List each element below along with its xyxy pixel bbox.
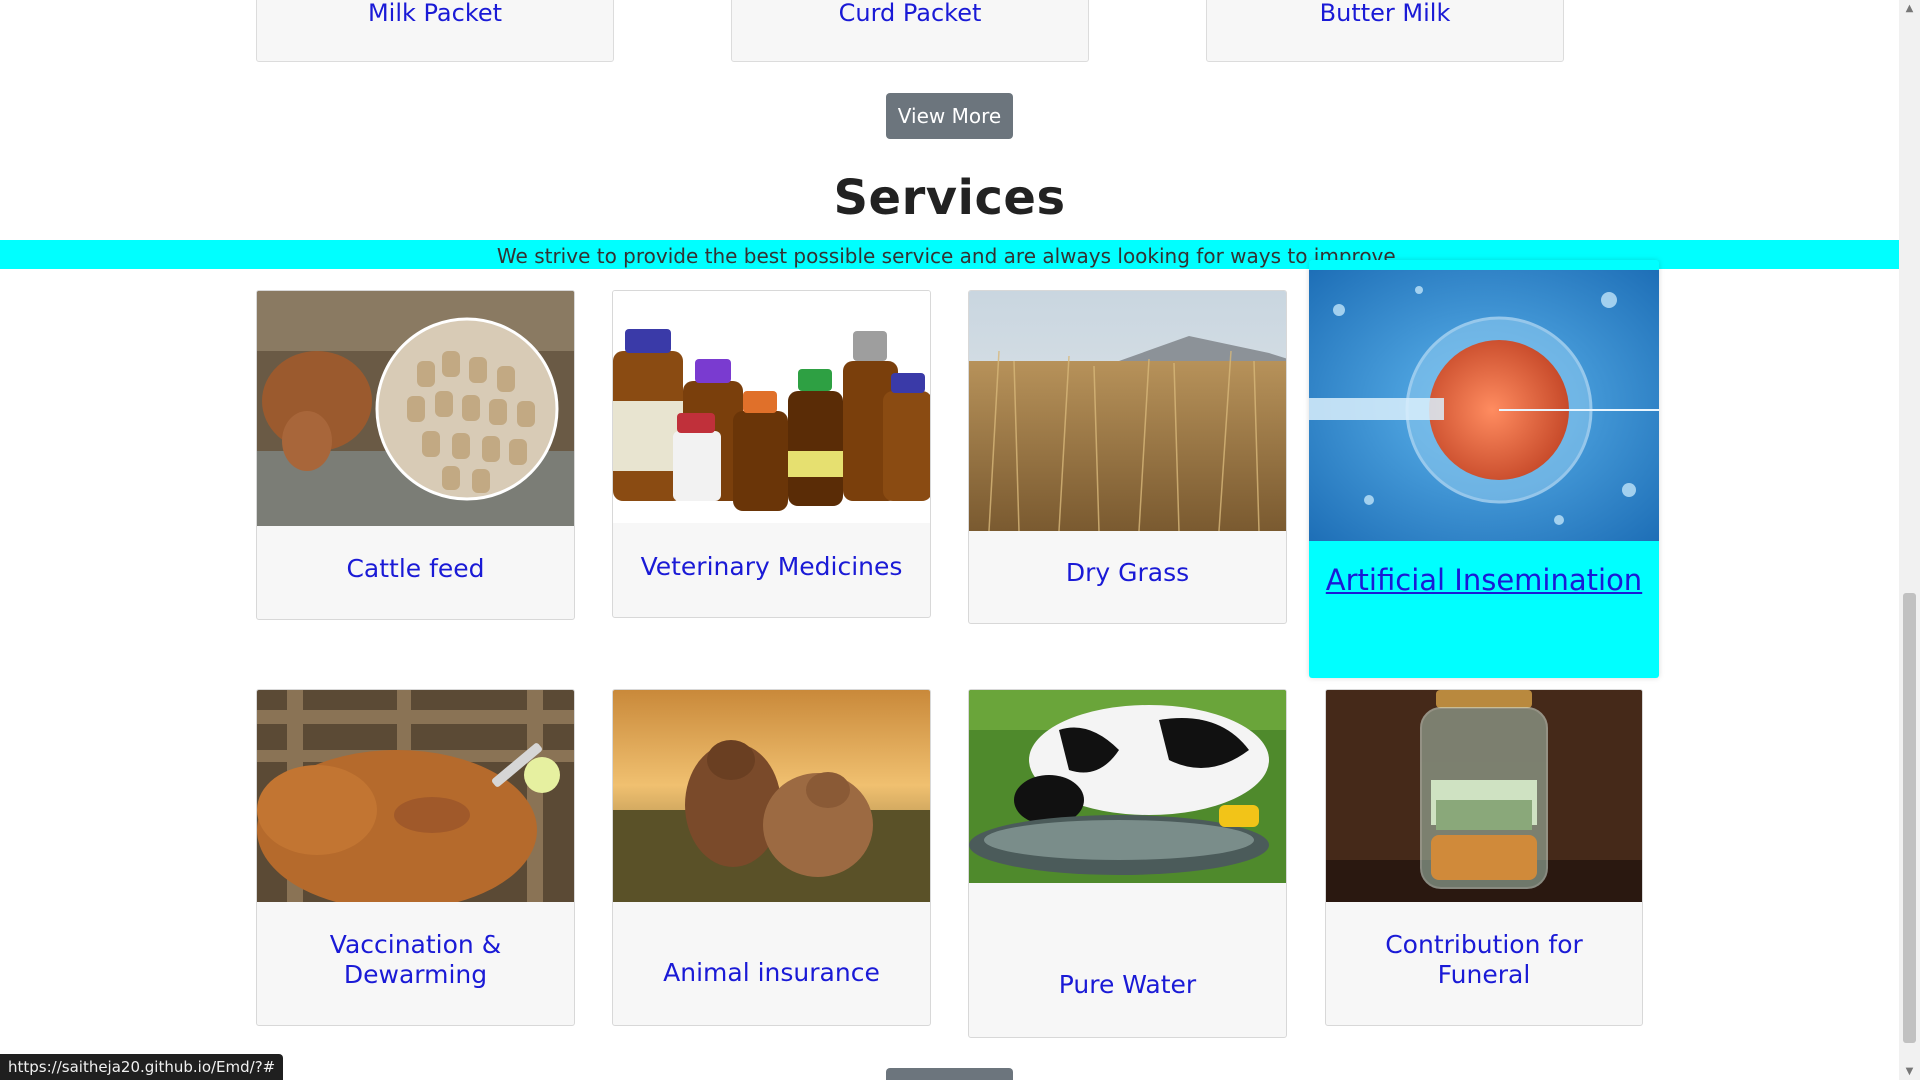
money-jar-image bbox=[1326, 690, 1642, 902]
service-title[interactable]: Pure Water bbox=[979, 970, 1276, 1000]
vaccination-image bbox=[257, 690, 574, 902]
dry-grass-image bbox=[969, 291, 1286, 531]
scrollbar-thumb[interactable] bbox=[1903, 593, 1916, 1043]
service-card-artificial-insemination[interactable]: Artificial Insemination bbox=[1309, 260, 1659, 678]
service-title[interactable]: Veterinary Medicines bbox=[623, 552, 920, 582]
service-title[interactable]: Artificial Insemination bbox=[1319, 563, 1649, 598]
service-title[interactable]: Contribution for Funeral bbox=[1336, 930, 1632, 990]
service-title[interactable]: Cattle feed bbox=[267, 554, 564, 584]
page: Milk Packet Curd Packet Butter Milk View… bbox=[0, 0, 1899, 1080]
cell-injection-image bbox=[1309, 270, 1659, 541]
product-title[interactable]: Curd Packet bbox=[732, 0, 1088, 27]
service-title[interactable]: Animal insurance bbox=[623, 958, 920, 988]
product-card-butter-milk[interactable]: Butter Milk bbox=[1206, 0, 1564, 62]
product-card-curd-packet[interactable]: Curd Packet bbox=[731, 0, 1089, 62]
product-title[interactable]: Butter Milk bbox=[1207, 0, 1563, 27]
cows-field-image bbox=[613, 690, 930, 902]
service-card-dry-grass[interactable]: Dry Grass bbox=[968, 290, 1287, 624]
service-card-cattle-feed[interactable]: Cattle feed bbox=[256, 290, 575, 620]
service-card-vaccination[interactable]: Vaccination & Dewarming bbox=[256, 689, 575, 1026]
section-heading: Services bbox=[833, 170, 1066, 226]
service-card-veterinary-medicines[interactable]: Veterinary Medicines bbox=[612, 290, 931, 618]
service-card-animal-insurance[interactable]: Animal insurance bbox=[612, 689, 931, 1026]
scroll-up-arrow-icon[interactable]: ▲ bbox=[1899, 0, 1920, 17]
cow-drinking-image bbox=[969, 690, 1286, 883]
product-card-milk-packet[interactable]: Milk Packet bbox=[256, 0, 614, 62]
service-card-pure-water[interactable]: Pure Water bbox=[968, 689, 1287, 1038]
view-more-button[interactable] bbox=[886, 1068, 1013, 1080]
scroll-down-arrow-icon[interactable]: ▼ bbox=[1899, 1063, 1920, 1080]
view-more-button[interactable]: View More bbox=[886, 93, 1013, 139]
link-status-bar: https://saitheja20.github.io/Emd/?# bbox=[0, 1054, 284, 1080]
vertical-scrollbar[interactable]: ▲ ▼ bbox=[1899, 0, 1920, 1080]
service-title[interactable]: Dry Grass bbox=[979, 558, 1276, 588]
cattle-feed-image bbox=[257, 291, 574, 526]
medicine-bottles-image bbox=[613, 291, 930, 523]
service-title[interactable]: Vaccination & Dewarming bbox=[267, 930, 564, 990]
service-card-funeral-contribution[interactable]: Contribution for Funeral bbox=[1325, 689, 1643, 1026]
product-title[interactable]: Milk Packet bbox=[257, 0, 613, 27]
